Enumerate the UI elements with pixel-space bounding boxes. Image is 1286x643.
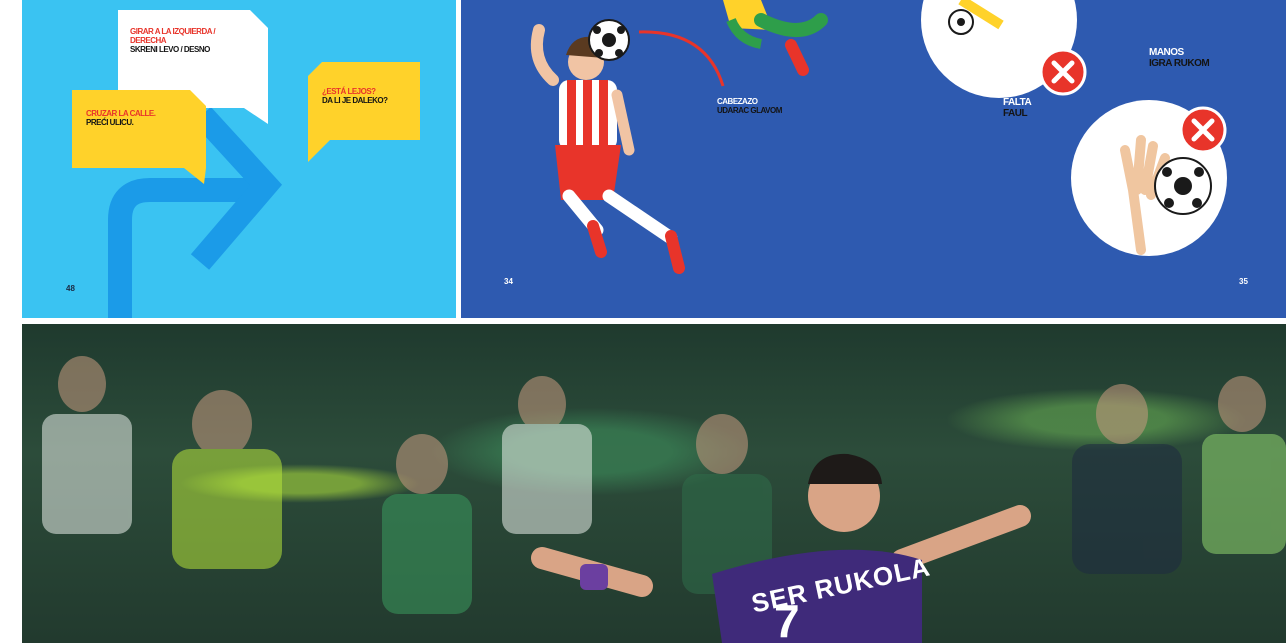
bubble-yellow-left-text: CRUZAR LA CALLE. PREĆI ULICU. [86,109,196,128]
speech-bubble-yellow-left [72,90,206,184]
speech-bubble-yellow-right [308,62,420,162]
heading-caption-sr: UDARAC GLAVOM [717,105,782,115]
page-number-48: 48 [66,284,75,293]
heading-player-figure [530,24,685,274]
bubble-white-line-sr: SKRENI LEVO / DESNO [130,44,210,54]
hands-x-icon [1179,106,1227,154]
heading-caption: CABEZAZO UDARAC GLAVOM [717,97,782,116]
hands-caption: MANOS IGRA RUKOM [1149,47,1210,69]
celebration-photo: SER RUKOLA 7 [22,324,1286,643]
foul-caption: FALTA FAUL [1003,97,1032,119]
foul-caption-es: FALTA [1003,97,1032,108]
ball-heading [588,19,630,61]
foul-caption-sr: FAUL [1003,108,1028,119]
page-number-35: 35 [1239,277,1248,286]
crowd-backdrop [42,356,1286,643]
foul-x-icon [1039,48,1087,96]
bubble-yellow-left-line-sr: PREĆI ULICU. [86,117,134,127]
right-page-spread: CABEZAZO UDARAC GLAVOM FALTA FAUL MANOS … [461,0,1286,318]
yellow-player-figure [723,0,828,76]
page-number-34: 34 [504,277,513,286]
ball-trajectory [638,30,725,87]
bubble-yellow-right-text: ¿ESTÁ LEJOS? DA LI JE DALEKO? [322,87,418,106]
bubble-white-text: GIRAR A LA IZQUIERDA / DERECHA SKRENI LE… [130,27,240,54]
bubble-white-line-es: GIRAR A LA IZQUIERDA / DERECHA [130,27,216,45]
hands-caption-es: MANOS [1149,47,1184,58]
left-page-spread: GIRAR A LA IZQUIERDA / DERECHA SKRENI LE… [22,0,456,318]
shirt-number: 7 [774,595,800,643]
bubble-yellow-right-line-sr: DA LI JE DALEKO? [322,95,388,105]
hands-caption-sr: IGRA RUKOM [1149,58,1210,69]
